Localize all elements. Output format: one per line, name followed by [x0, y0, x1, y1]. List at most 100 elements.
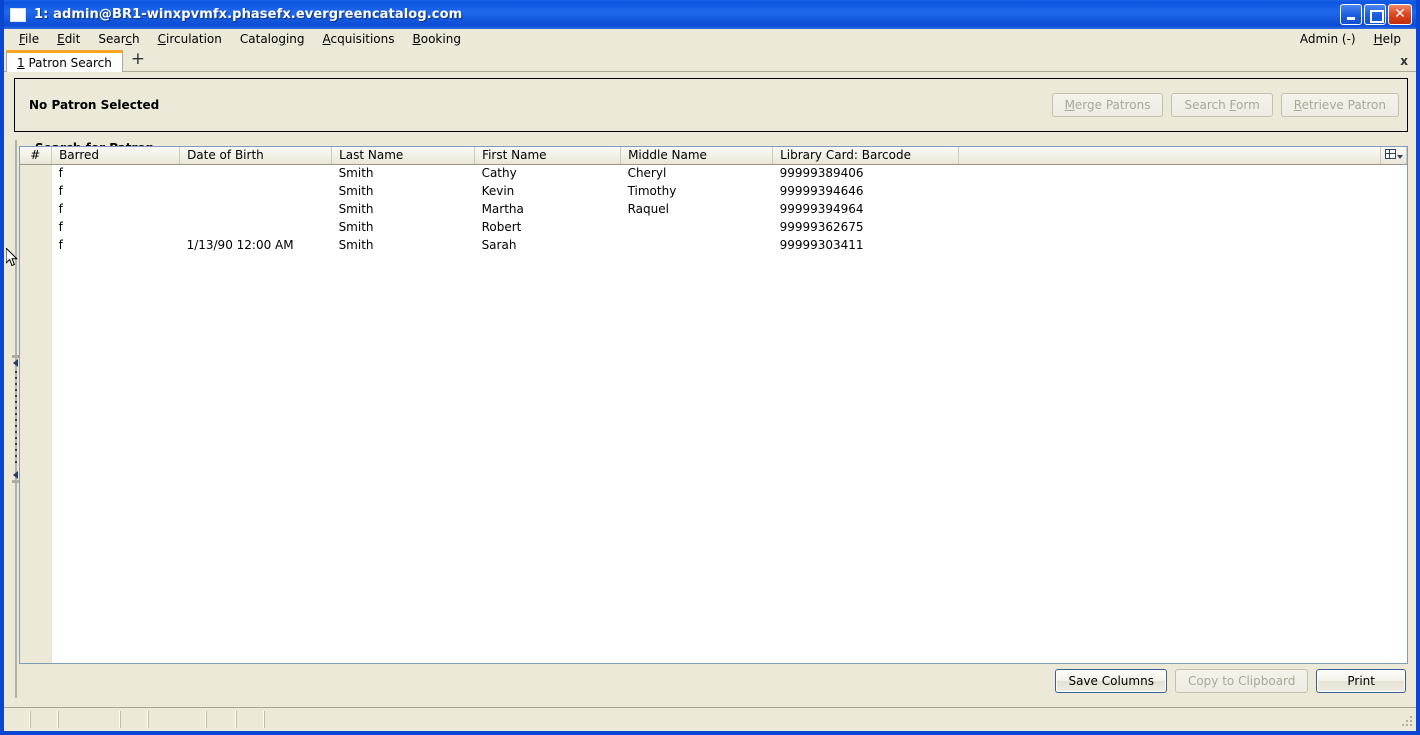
col-header-middle-name[interactable]: Middle Name [620, 147, 774, 165]
menu-circulation[interactable]: Circulation [149, 30, 231, 48]
copy-to-clipboard-button[interactable]: Copy to Clipboard [1174, 669, 1309, 693]
cell-filler [959, 236, 1381, 254]
cell-dob [180, 182, 332, 200]
col-header-dob[interactable]: Date of Birth [179, 147, 333, 165]
title-bar: 1: admin@BR1-winxpvmfx.phasefx.evergreen… [4, 0, 1416, 29]
col-header-barcode[interactable]: Library Card: Barcode [772, 147, 960, 165]
menu-cataloging[interactable]: Cataloging [231, 30, 314, 48]
status-bar [4, 707, 1416, 731]
table-row[interactable]: 5 f 1/13/90 12:00 AM Smith Sarah 9999930… [19, 236, 1407, 254]
tab-patron-search[interactable]: 1 Patron Search [6, 50, 123, 72]
cell-pick [1381, 218, 1407, 236]
cell-first-name: Robert [481, 220, 522, 234]
merge-patrons-button[interactable]: Merge Patrons [1051, 93, 1164, 117]
cell-dob [180, 200, 332, 218]
window-controls: ✕ [1340, 4, 1412, 25]
cell-barred: f [58, 220, 63, 234]
cell-filler [959, 182, 1381, 200]
col-header-barred[interactable]: Barred [51, 147, 181, 165]
close-tab-icon[interactable]: x [1400, 54, 1408, 68]
cell-barred: f [58, 238, 63, 252]
cell-last-name: Smith [338, 220, 374, 234]
cell-middle-name: Raquel [627, 202, 669, 216]
cell-pick [1381, 236, 1407, 254]
menu-bar: File Edit Search Circulation Cataloging … [4, 29, 1416, 49]
cell-first-name: Martha [481, 202, 524, 216]
close-icon[interactable]: ✕ [1388, 4, 1412, 25]
patron-status-label: No Patron Selected [29, 98, 160, 112]
col-header-last-name[interactable]: Last Name [331, 147, 476, 165]
app-icon [10, 7, 26, 22]
application-window: 1: admin@BR1-winxpvmfx.phasefx.evergreen… [0, 0, 1420, 735]
cell-pick [1381, 200, 1407, 218]
minimize-button[interactable] [1340, 4, 1362, 25]
maximize-button[interactable] [1364, 4, 1386, 25]
tab-number: 1 [17, 55, 25, 70]
cell-last-name: Smith [338, 166, 374, 181]
tab-strip: 1 Patron Search + x [4, 49, 1416, 72]
results-grid: # Barred Date of Birth Last Name First N… [18, 146, 1408, 664]
cell-dob [180, 164, 332, 182]
grid-toolbar: Save Columns Copy to Clipboard Print [19, 664, 1408, 693]
cell-barred: f [58, 166, 63, 181]
cell-barred: f [58, 202, 63, 216]
close-glyph: ✕ [1394, 5, 1406, 22]
col-header-first-name[interactable]: First Name [474, 147, 622, 165]
patron-results-table: # Barred Date of Birth Last Name First N… [19, 147, 1407, 254]
table-row[interactable]: 4 f Smith Robert 99999362675 [19, 218, 1407, 236]
cell-middle-name: Cheryl [627, 166, 667, 181]
menu-help[interactable]: Help [1365, 30, 1410, 48]
status-cell-2 [30, 711, 58, 728]
search-form-button[interactable]: Search Form [1171, 93, 1273, 117]
cell-first-name: Sarah [481, 238, 517, 252]
status-cell-fill [264, 711, 1398, 728]
col-header-filler [958, 147, 1381, 165]
resize-grip-icon[interactable] [1398, 711, 1414, 728]
menu-booking[interactable]: Booking [404, 30, 470, 48]
patron-summary-bar: No Patron Selected Merge Patrons Search … [14, 78, 1408, 132]
save-columns-button[interactable]: Save Columns [1055, 669, 1167, 693]
status-cell-4 [120, 711, 148, 728]
cell-last-name: Smith [338, 238, 374, 252]
menu-file[interactable]: File [10, 30, 48, 48]
cell-middle-name [621, 218, 773, 236]
menu-acquisitions[interactable]: Acquisitions [314, 30, 404, 48]
cell-dob: 1/13/90 12:00 AM [186, 238, 294, 252]
table-header-row: # Barred Date of Birth Last Name First N… [19, 147, 1407, 165]
cell-filler [959, 218, 1381, 236]
cell-barcode: 99999394646 [779, 184, 864, 198]
cell-barcode: 99999389406 [779, 166, 864, 181]
menu-search[interactable]: Search [89, 30, 148, 48]
window-title: 1: admin@BR1-winxpvmfx.phasefx.evergreen… [34, 7, 463, 22]
cell-last-name: Smith [338, 202, 374, 216]
cell-filler [959, 200, 1381, 218]
cell-barred: f [58, 184, 63, 198]
print-button[interactable]: Print [1316, 669, 1406, 693]
retrieve-patron-button[interactable]: Retrieve Patron [1280, 93, 1399, 117]
table-row[interactable]: 2 f Smith Kevin Timothy 99999394646 [19, 182, 1407, 200]
status-cell-3 [58, 711, 120, 728]
new-tab-icon[interactable]: + [127, 49, 149, 71]
status-cell-6 [206, 711, 236, 728]
cell-barcode: 99999362675 [779, 220, 864, 234]
split-container: Search for Patron Include inactive patro… [11, 140, 1408, 698]
menu-admin[interactable]: Admin (-) [1291, 30, 1365, 48]
column-picker-icon[interactable] [1380, 147, 1407, 165]
menu-edit[interactable]: Edit [48, 30, 89, 48]
status-cell-1 [6, 711, 30, 728]
cell-pick [1381, 164, 1407, 182]
status-cell-5 [148, 711, 206, 728]
table-row[interactable]: 3 f Smith Martha Raquel 99999394964 [19, 200, 1407, 218]
table-body: 1 f Smith Cathy Cheryl 99999389406 [19, 164, 1407, 254]
cell-middle-name: Timothy [627, 184, 677, 198]
cell-barcode: 99999394964 [779, 202, 864, 216]
table-row[interactable]: 1 f Smith Cathy Cheryl 99999389406 [19, 164, 1407, 182]
cell-pick [1381, 182, 1407, 200]
content-area: No Patron Selected Merge Patrons Search … [4, 72, 1416, 703]
row-number-gutter [19, 165, 52, 663]
cell-last-name: Smith [338, 184, 374, 198]
cell-filler [959, 164, 1381, 182]
cell-first-name: Kevin [481, 184, 515, 198]
col-header-num[interactable]: # [19, 147, 53, 165]
cell-first-name: Cathy [481, 166, 517, 181]
